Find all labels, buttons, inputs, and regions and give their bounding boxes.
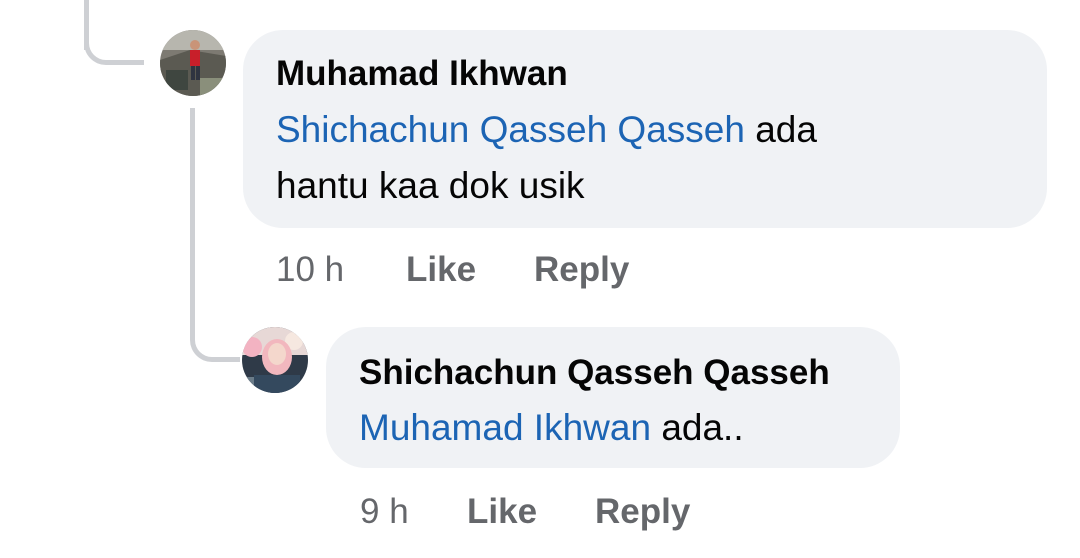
comment-timestamp[interactable]: 10 h [276,250,344,289]
reply-label[interactable]: Reply [595,492,690,531]
avatar-muhamad-ikhwan[interactable] [160,30,226,96]
comment-author[interactable]: Muhamad Ikhwan [276,54,568,94]
reply-button[interactable]: Reply [595,492,690,532]
avatar-shichachun-qasseh-qasseh[interactable] [242,327,308,393]
mention-link[interactable]: Muhamad Ikhwan [359,407,651,448]
reply-author[interactable]: Shichachun Qasseh Qasseh [359,353,830,393]
like-button[interactable]: Like [406,250,476,290]
reply-bubble[interactable]: Shichachun Qasseh Qasseh Muhamad Ikhwan … [326,327,900,468]
comment-text-line2: hantu kaa dok usik [276,165,585,206]
like-label[interactable]: Like [467,492,537,531]
avatar-photo [242,327,308,393]
reply-label[interactable]: Reply [534,250,629,289]
reply-timestamp[interactable]: 9 h [360,492,409,531]
reply-actions: 9 h [360,492,409,532]
comment-thread: Muhamad Ikhwan Shichachun Qasseh Qasseh … [0,0,1080,558]
comment-text: Shichachun Qasseh Qasseh ada hantu kaa d… [276,102,1036,214]
comment-text-part: ada [744,109,817,150]
reply-text-part: ada.. [651,407,744,448]
reply-button[interactable]: Reply [534,250,629,290]
comment-bubble[interactable]: Muhamad Ikhwan Shichachun Qasseh Qasseh … [243,30,1047,228]
thread-connector-reply-curve [190,320,240,362]
like-label[interactable]: Like [406,250,476,289]
thread-connector-reply [190,108,195,338]
like-button[interactable]: Like [467,492,537,532]
reply-text: Muhamad Ikhwan ada.. [359,400,889,456]
avatar-photo [160,30,226,96]
comment-actions: 10 h [276,250,344,290]
thread-connector-top-curve [84,40,144,65]
mention-link[interactable]: Shichachun Qasseh Qasseh [276,109,745,150]
